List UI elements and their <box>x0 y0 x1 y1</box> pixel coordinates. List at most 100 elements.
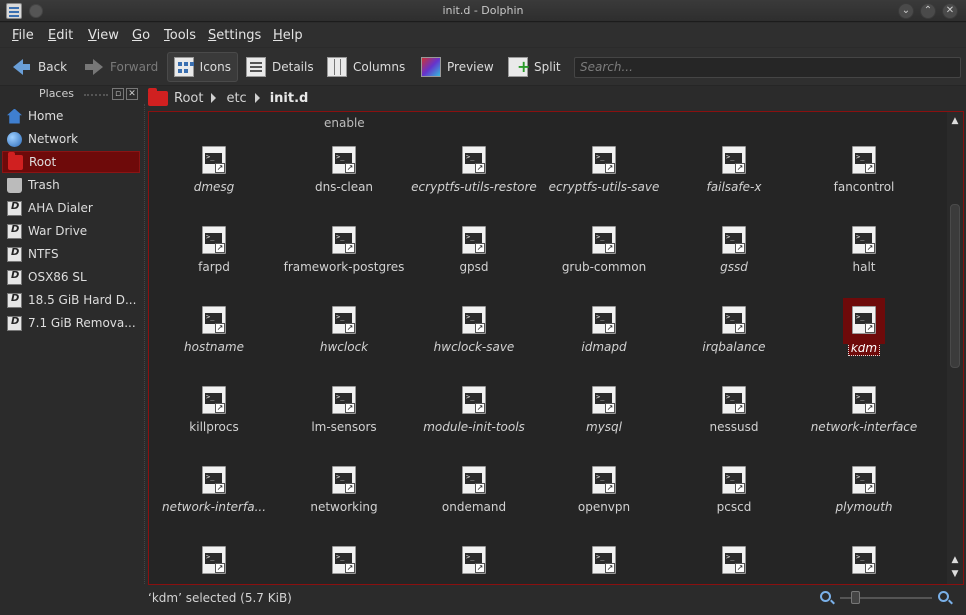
file-item[interactable]: >_ ↗ hostname <box>149 306 279 354</box>
file-item[interactable]: >_ ↗ framework-postgres <box>279 226 409 274</box>
file-item[interactable]: >_ ↗ gssd <box>669 226 799 274</box>
file-item[interactable]: >_ ↗ networking <box>279 466 409 514</box>
file-item[interactable]: >_ ↗ gpsd <box>409 226 539 274</box>
file-item[interactable]: >_ ↗ pcscd <box>669 466 799 514</box>
terminal-script-icon: >_ ↗ <box>201 546 227 576</box>
preview-button[interactable]: Preview <box>415 52 500 82</box>
place-network[interactable]: Network <box>2 128 140 150</box>
scrollbar-thumb[interactable] <box>950 204 960 368</box>
menu-file[interactable]: File <box>12 28 34 43</box>
file-name: fancontrol <box>833 180 895 194</box>
file-item[interactable]: >_ ↗ <box>149 546 279 580</box>
file-name: farpd <box>198 260 230 274</box>
terminal-script-icon: >_ ↗ <box>461 546 487 576</box>
search-input[interactable]: Search... <box>574 57 961 78</box>
terminal-script-icon: >_ ↗ <box>721 546 747 576</box>
file-item[interactable]: >_ ↗ <box>279 546 409 580</box>
terminal-script-icon: >_ ↗ <box>721 146 747 176</box>
place-trash[interactable]: Trash <box>2 174 140 196</box>
forward-button[interactable]: Forward <box>78 52 164 82</box>
file-item[interactable]: >_ ↗ <box>539 546 669 580</box>
close-button[interactable]: ✕ <box>942 3 958 19</box>
menu-go[interactable]: Go <box>132 28 150 43</box>
file-name: ondemand <box>441 500 507 514</box>
file-item[interactable]: >_ ↗ halt <box>799 226 929 274</box>
place-aha-dialer[interactable]: AHA Dialer <box>2 197 140 219</box>
menu-settings[interactable]: Settings <box>208 28 261 43</box>
place-removable[interactable]: 7.1 GiB Remova... <box>2 312 140 334</box>
minimize-button[interactable]: ⌄ <box>898 3 914 19</box>
file-item[interactable]: >_ ↗farpd <box>149 226 279 274</box>
file-item[interactable]: >_ ↗ <box>669 546 799 580</box>
file-item[interactable]: >_ ↗hwclock <box>279 306 409 354</box>
file-item[interactable]: >_ ↗ lm-sensors <box>279 386 409 434</box>
file-icon-view[interactable]: enable ▲ ▲ ▼ >_ ↗ dmesg >_ ↗ dns-clean >_ ↗ ecry… <box>148 111 964 585</box>
file-name: module-init-tools <box>423 420 525 434</box>
file-item[interactable]: >_ ↗ dmesg <box>149 146 279 194</box>
terminal-script-icon: >_ ↗ <box>721 386 747 416</box>
panel-grip[interactable] <box>84 94 108 96</box>
terminal-script-icon: >_ ↗ <box>201 466 227 496</box>
terminal-script-icon: >_ ↗ <box>721 226 747 256</box>
file-item[interactable]: >_ ↗ irqbalance <box>669 306 799 354</box>
breadcrumb-root[interactable]: Root <box>174 91 203 106</box>
file-item[interactable]: >_ ↗ fancontrol <box>799 146 929 194</box>
file-item[interactable]: >_ ↗ dns-clean <box>279 146 409 194</box>
place-hard-drive[interactable]: 18.5 GiB Hard D... <box>2 289 140 311</box>
columns-view-button[interactable]: Columns <box>321 52 411 82</box>
panel-float-button[interactable]: ▫ <box>112 88 124 100</box>
terminal-script-icon: >_ ↗ <box>331 306 357 336</box>
place-war-drive[interactable]: War Drive <box>2 220 140 242</box>
place-osx86[interactable]: OSX86 SL <box>2 266 140 288</box>
file-item[interactable]: >_ ↗ nessusd <box>669 386 799 434</box>
zoom-out-icon[interactable] <box>820 591 831 602</box>
place-root[interactable]: Root <box>2 151 140 173</box>
file-item[interactable]: >_ ↗ ondemand <box>409 466 539 514</box>
file-item[interactable]: >_ ↗ module-init-tools <box>409 386 539 434</box>
zoom-slider-handle[interactable] <box>851 591 860 604</box>
file-item[interactable]: >_ ↗ <box>799 546 929 580</box>
file-item[interactable]: >_ ↗ plymouth <box>799 466 929 514</box>
chevron-right-icon[interactable] <box>211 93 217 103</box>
file-item[interactable]: >_ ↗ network-interfa... <box>149 466 279 514</box>
file-item[interactable]: >_ ↗ openvpn <box>539 466 669 514</box>
file-item[interactable]: >_ ↗ mysql <box>539 386 669 434</box>
menu-view[interactable]: View <box>88 28 119 43</box>
split-button[interactable]: Split <box>502 52 567 82</box>
back-button[interactable]: Back <box>6 52 73 82</box>
place-home[interactable]: Home <box>2 105 140 127</box>
menu-tools[interactable]: Tools <box>164 28 196 43</box>
file-item[interactable]: >_ ↗ kdm <box>799 298 929 356</box>
file-name: hwclock <box>319 340 369 354</box>
file-name: network-interfa... <box>161 500 267 514</box>
icons-view-button[interactable]: Icons <box>167 52 238 82</box>
chevron-right-icon[interactable] <box>254 93 260 103</box>
file-item[interactable]: >_ ↗ failsafe-x <box>669 146 799 194</box>
file-name: pcscd <box>716 500 752 514</box>
place-ntfs[interactable]: NTFS <box>2 243 140 265</box>
zoom-in-icon[interactable] <box>938 591 949 602</box>
file-item[interactable]: >_ ↗ killprocs <box>149 386 279 434</box>
scroll-down-button[interactable]: ▲ <box>949 554 961 566</box>
file-item[interactable]: >_ ↗ <box>409 546 539 580</box>
file-item[interactable]: >_ ↗ network-interface <box>799 386 929 434</box>
menu-edit[interactable]: Edit <box>48 28 73 43</box>
file-item[interactable]: >_ ↗ grub-common <box>539 226 669 274</box>
scroll-up-button[interactable]: ▲ <box>949 115 961 127</box>
details-view-button[interactable]: Details <box>240 52 320 82</box>
breadcrumb-current[interactable]: init.d <box>270 91 309 106</box>
breadcrumb-etc[interactable]: etc <box>226 91 246 106</box>
place-label: OSX86 SL <box>28 270 87 284</box>
maximize-button[interactable]: ⌃ <box>920 3 936 19</box>
menu-help[interactable]: Help <box>273 28 303 43</box>
file-item[interactable]: >_ ↗ ecryptfs-utils-save <box>539 146 669 194</box>
drive-icon <box>7 315 22 331</box>
terminal-script-icon: >_ ↗ <box>591 386 617 416</box>
scroll-down-button[interactable]: ▼ <box>949 568 961 580</box>
panel-close-button[interactable]: ✕ <box>126 88 138 100</box>
vertical-scrollbar[interactable]: ▲ ▲ ▼ <box>947 112 963 584</box>
terminal-script-icon: >_ ↗ <box>201 226 227 256</box>
file-item[interactable]: >_ ↗ idmapd <box>539 306 669 354</box>
file-item[interactable]: >_ ↗ ecryptfs-utils-restore <box>409 146 539 194</box>
file-item[interactable]: >_ ↗ hwclock-save <box>409 306 539 354</box>
